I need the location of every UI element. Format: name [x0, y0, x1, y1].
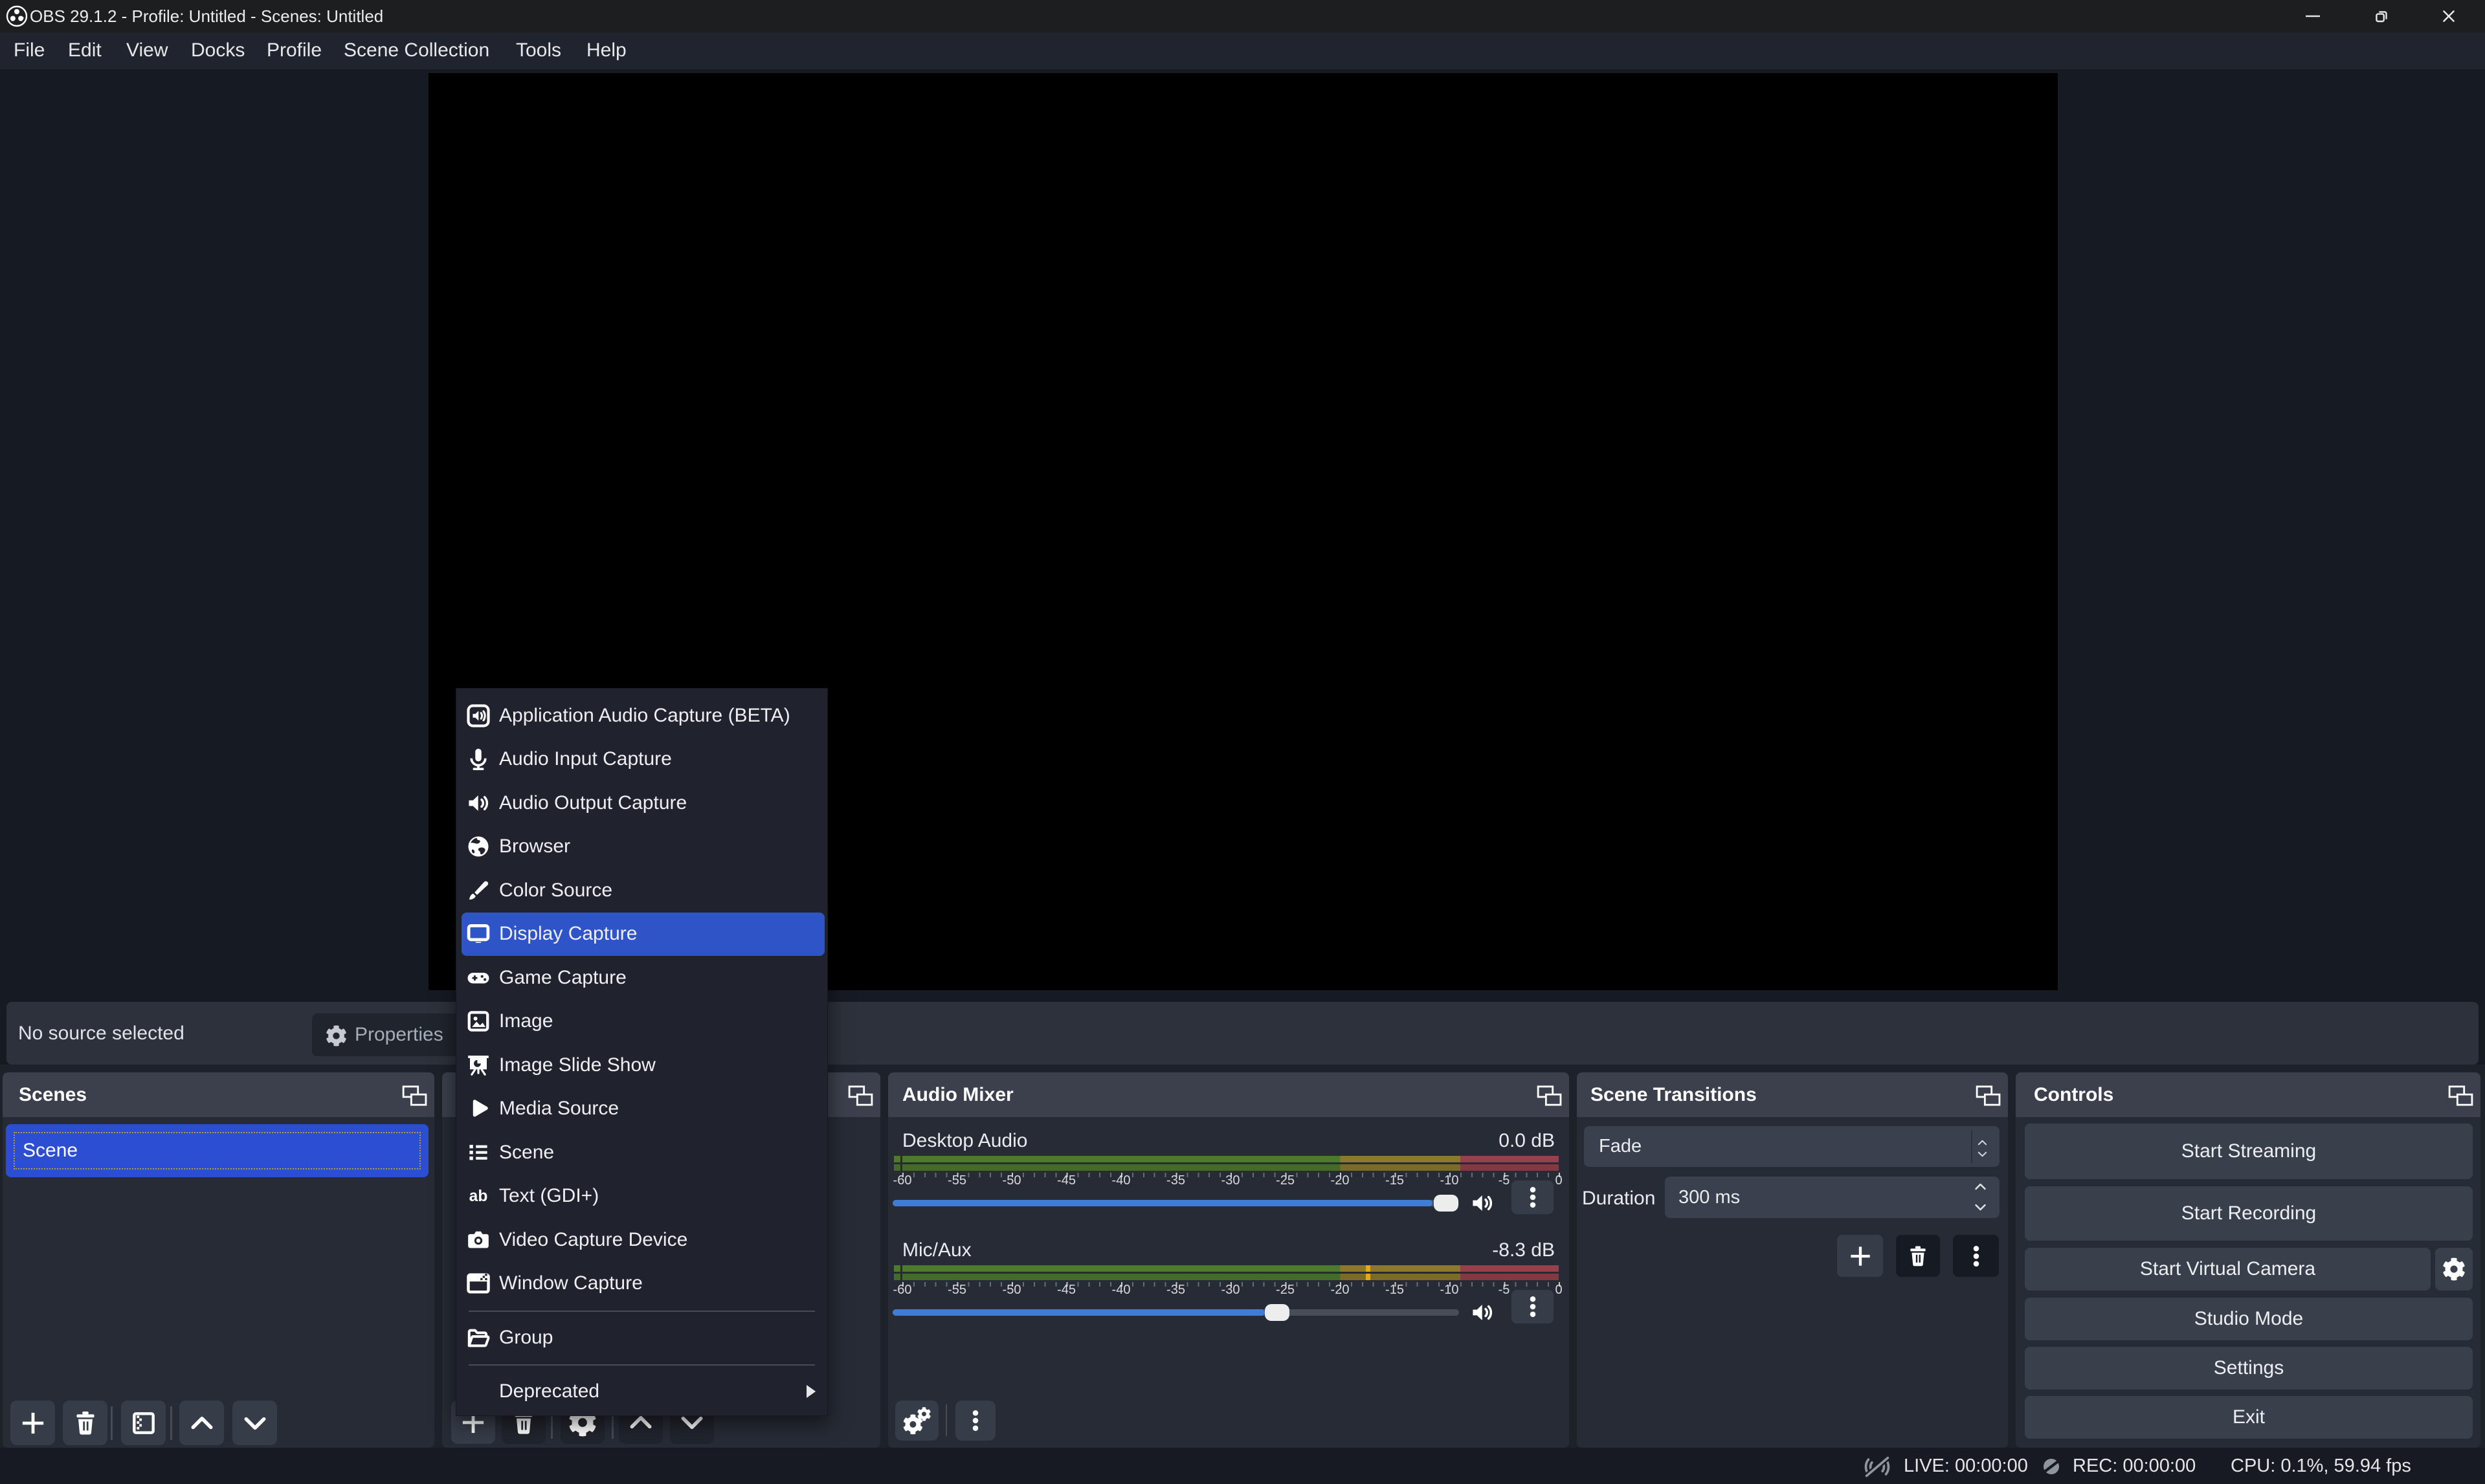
- svg-text:ab: ab: [469, 1188, 488, 1205]
